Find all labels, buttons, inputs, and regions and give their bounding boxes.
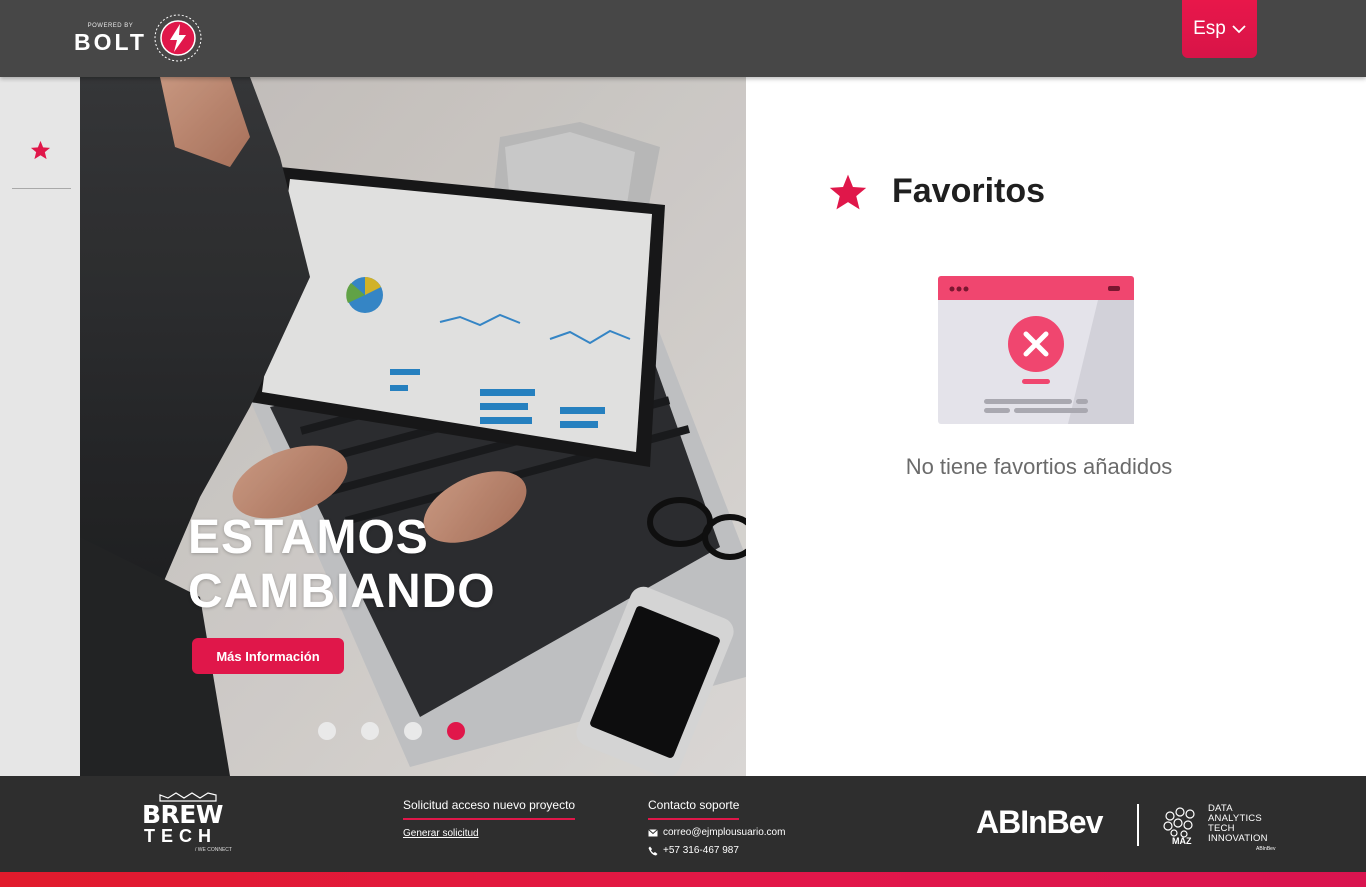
star-icon[interactable] [30,140,51,160]
language-label: Esp [1193,18,1226,39]
chevron-down-icon [1232,25,1246,34]
carousel-dot-1[interactable] [318,722,336,740]
sidebar [0,77,80,776]
carousel-dots [318,722,465,740]
footer-request-section: Solicitud acceso nuevo proyecto Generar … [403,796,576,839]
brewtech-tagline: / WE CONNECT [195,847,232,853]
hero-title-line2: CAMBIANDO [188,565,496,618]
more-info-button[interactable]: Más Información [192,638,344,674]
footer-logo-divider [1137,804,1139,846]
support-heading: Contacto soporte [648,798,740,820]
bolt-badge-icon [154,14,202,62]
logo-name: BOLT [74,28,147,55]
favorites-heading: Favoritos [828,172,1045,211]
maz-text: DATA ANALYTICS TECH INNOVATION [1208,804,1268,844]
generate-request-link[interactable]: Generar solicitud [403,828,575,839]
footer-accent-bar [0,872,1366,887]
hero-photo [80,77,746,776]
carousel-dot-3[interactable] [404,722,422,740]
support-email: correo@ejmplousuario.com [663,827,786,838]
envelope-icon [648,828,658,836]
abinbev-logo[interactable]: ABInBev [976,806,1103,838]
maz-sub: ABInBev [1256,846,1276,852]
request-heading: Solicitud acceso nuevo proyecto [403,798,576,820]
hero-title-line1: ESTAMOS [188,511,429,564]
maz-label: MAZ [1172,836,1192,846]
top-header: POWERED BY BOLT Esp [0,0,1366,77]
empty-favorites-message: No tiene favortios añadidos [905,454,1173,479]
brewtech-logo-top: BREW [142,800,223,829]
support-phone: +57 316-467 987 [663,845,739,856]
phone-icon [648,846,658,855]
favorites-title: Favoritos [892,172,1046,210]
footer: BREW TECH / WE CONNECT Solicitud acceso … [0,776,1366,872]
bolt-logo[interactable]: POWERED BY BOLT [74,10,203,66]
sidebar-divider [12,188,71,189]
maz-logo[interactable]: DATA ANALYTICS TECH INNOVATION MAZ ABInB… [1162,804,1282,854]
language-select[interactable]: Esp [1182,0,1257,58]
hero-title: ESTAMOS CAMBIANDO [188,511,496,619]
support-email-row[interactable]: correo@ejmplousuario.com [648,827,785,838]
footer-support-section: Contacto soporte correo@ejmplousuario.co… [648,796,785,856]
brewtech-logo-bottom: TECH [144,826,217,846]
support-phone-row[interactable]: +57 316-467 987 [648,845,785,856]
star-icon [829,174,867,209]
carousel-dot-4[interactable] [447,722,465,740]
carousel-dot-2[interactable] [361,722,379,740]
maz-text-line4: INNOVATION [1208,833,1268,844]
empty-window-error-icon [938,276,1134,424]
hero-carousel: ESTAMOS CAMBIANDO Más Información [80,77,746,776]
logo-powered-by: POWERED BY [87,22,134,29]
brewtech-logo[interactable]: BREW TECH / WE CONNECT [140,792,236,853]
